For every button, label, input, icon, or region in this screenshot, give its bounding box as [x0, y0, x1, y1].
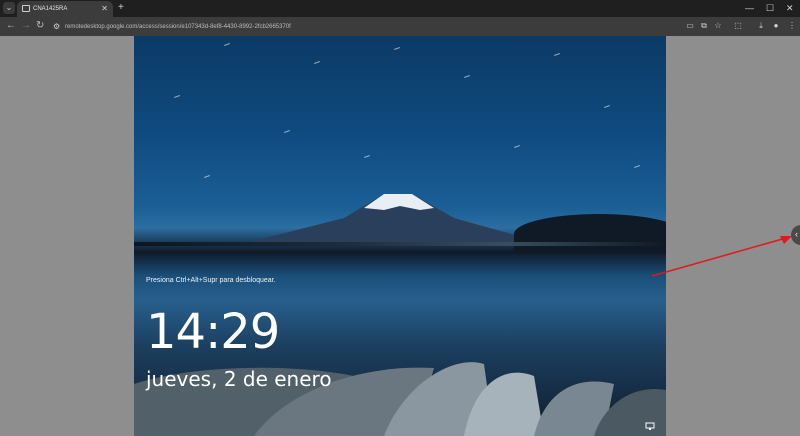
annotation-arrow: [651, 236, 792, 277]
